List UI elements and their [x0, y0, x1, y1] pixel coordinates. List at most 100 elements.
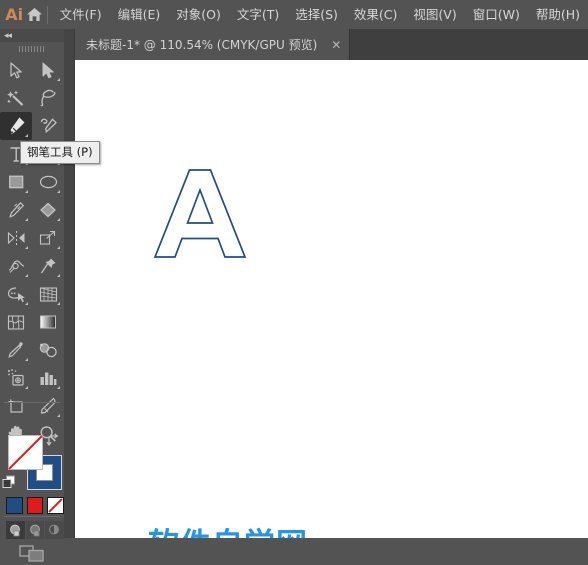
gradient-tool[interactable]	[32, 308, 64, 336]
panel-drag-grip[interactable]	[0, 42, 64, 56]
lasso-tool[interactable]	[32, 84, 64, 112]
flyout-indicator-icon	[57, 78, 60, 81]
gradient-gradient-button[interactable]	[25, 521, 45, 539]
menu-file[interactable]: 文件(F)	[52, 0, 110, 29]
flyout-indicator-icon	[25, 134, 28, 137]
menu-object[interactable]: 对象(O)	[168, 0, 229, 29]
selection-tool[interactable]	[0, 56, 32, 84]
app-logo: Ai	[5, 5, 24, 24]
menu-edit[interactable]: 编辑(E)	[110, 0, 169, 29]
tools-panel: ◂◂	[0, 29, 75, 562]
mesh-tool[interactable]	[0, 308, 32, 336]
arrow-solid-icon	[9, 61, 22, 78]
panel-header[interactable]: ◂◂	[0, 29, 64, 42]
pen-icon	[10, 117, 25, 135]
rectangle-tool[interactable]	[0, 168, 32, 196]
artwork-letter-a[interactable]	[152, 168, 248, 260]
menu-bar: Ai 文件(F) 编辑(E) 对象(O) 文字(T) 选择(S) 效果(C) 视…	[0, 0, 588, 29]
scale-tool[interactable]	[32, 224, 64, 252]
document-tab[interactable]: 未标题-1* @ 110.54% (CMYK/GPU 预览) ✕	[74, 29, 351, 60]
artboard-tool[interactable]	[0, 392, 32, 420]
scale-icon	[39, 230, 56, 245]
none-circle-icon	[49, 524, 60, 534]
document-tab-bar: 未标题-1* @ 110.54% (CMYK/GPU 预览) ✕	[74, 29, 588, 60]
column-graph-tool[interactable]	[32, 364, 64, 392]
shaper-tool[interactable]	[32, 196, 64, 224]
flyout-indicator-icon	[57, 386, 60, 389]
perspective-grid-icon	[39, 286, 57, 302]
none-slash-icon	[8, 435, 43, 470]
watermark: 软件自学网 WWW.RJZXW.COM	[148, 528, 308, 538]
gradient-icon	[40, 315, 56, 329]
reflect-tool[interactable]	[0, 224, 32, 252]
curvature-tool[interactable]	[32, 112, 64, 140]
artboard-canvas[interactable]: 软件自学网 WWW.RJZXW.COM	[74, 60, 588, 538]
shape-builder-tool[interactable]	[0, 280, 32, 308]
eyedropper-icon	[8, 342, 23, 358]
gradient-none-button[interactable]	[45, 521, 65, 539]
blend-tool[interactable]	[32, 336, 64, 364]
pen-tool-tooltip: 钢笔工具 (P)	[20, 141, 100, 164]
tool-divider	[4, 402, 60, 403]
ellipse-icon	[39, 175, 57, 189]
flyout-indicator-icon	[25, 218, 28, 221]
swatch-red[interactable]	[26, 497, 44, 514]
flyout-indicator-icon	[25, 274, 28, 277]
magic-wand-tool[interactable]	[0, 84, 32, 112]
perspective-grid-tool[interactable]	[32, 280, 64, 308]
home-icon	[27, 8, 43, 21]
menu-help[interactable]: 帮助(H)	[528, 0, 588, 29]
flyout-indicator-icon	[57, 190, 60, 193]
swatch-none[interactable]	[47, 497, 65, 514]
magic-wand-icon	[7, 90, 24, 106]
slice-tool[interactable]	[32, 392, 64, 420]
none-slash-icon	[48, 498, 64, 513]
screen-mode-icon	[19, 544, 44, 562]
bottom-divider	[4, 516, 60, 517]
paintbrush-tool[interactable]	[0, 196, 32, 224]
curvature-icon	[40, 118, 57, 134]
collapse-panel-icon[interactable]: ◂◂	[4, 30, 12, 41]
swatch-blue[interactable]	[6, 497, 23, 514]
menu-type[interactable]: 文字(T)	[229, 0, 287, 29]
panel-edge	[64, 29, 74, 538]
bar-chart-icon	[40, 372, 57, 385]
menu-view[interactable]: 视图(V)	[405, 0, 464, 29]
shape-builder-icon	[7, 286, 25, 302]
menu-effect[interactable]: 效果(C)	[346, 0, 405, 29]
direct-selection-tool[interactable]	[32, 56, 64, 84]
close-icon[interactable]: ✕	[331, 39, 341, 51]
menu-window[interactable]: 窗口(W)	[465, 0, 528, 29]
flyout-indicator-icon	[25, 190, 28, 193]
shaper-icon	[40, 202, 56, 218]
free-transform-tool[interactable]	[32, 252, 64, 280]
reflect-icon	[7, 231, 24, 245]
flyout-indicator-icon	[57, 246, 60, 249]
menu-separator	[46, 5, 48, 24]
menu-select[interactable]: 选择(S)	[287, 0, 346, 29]
color-circle-icon	[9, 524, 20, 536]
pushpin-icon	[40, 258, 55, 274]
fill-swatch[interactable]	[8, 435, 43, 470]
swap-fill-stroke-icon[interactable]	[46, 433, 60, 447]
flyout-indicator-icon	[25, 302, 28, 305]
width-icon	[8, 260, 24, 273]
slice-knife-icon	[40, 397, 56, 414]
eyedropper-tool[interactable]	[0, 336, 32, 364]
fill-stroke-controls	[0, 433, 64, 495]
width-tool[interactable]	[0, 252, 32, 280]
gradient-color-button[interactable]	[6, 521, 25, 539]
gradient-circle-icon	[29, 524, 40, 536]
home-button[interactable]	[24, 0, 44, 29]
symbol-sprayer-tool[interactable]	[0, 364, 32, 392]
color-swatch-row	[6, 497, 65, 517]
flyout-indicator-icon	[57, 414, 60, 417]
default-fill-stroke-icon[interactable]	[2, 475, 16, 489]
change-screen-mode-button[interactable]	[0, 541, 64, 565]
flyout-indicator-icon	[57, 218, 60, 221]
ellipse-tool[interactable]	[32, 168, 64, 196]
watermark-chinese: 软件自学网	[148, 528, 308, 538]
artboard-icon	[8, 398, 23, 413]
pen-tool[interactable]	[0, 112, 32, 140]
flyout-indicator-icon	[57, 302, 60, 305]
